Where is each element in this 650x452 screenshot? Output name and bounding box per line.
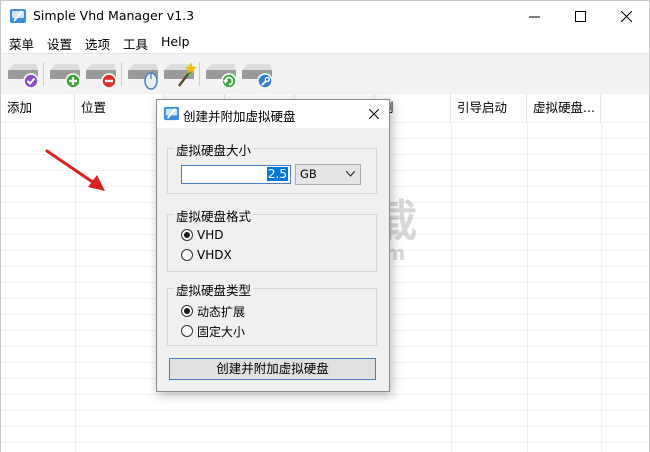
- size-groupbox: 虚拟硬盘大小 2.5 GB: [167, 140, 377, 194]
- title-bar: Simple Vhd Manager v1.3: [1, 1, 649, 31]
- row-gridline: [1, 442, 649, 443]
- dialog-close-button[interactable]: [359, 100, 389, 128]
- disk-refresh-icon[interactable]: [203, 58, 239, 90]
- column-location[interactable]: 位置: [75, 94, 165, 122]
- app-disk-icon: [163, 106, 180, 121]
- column-gridline: [527, 122, 528, 452]
- type-groupbox: 虚拟硬盘类型 动态扩展 固定大小: [167, 280, 377, 346]
- type-group-label: 虚拟硬盘类型: [174, 280, 254, 299]
- row-gridline: [1, 394, 649, 395]
- window-title: Simple Vhd Manager v1.3: [33, 8, 195, 23]
- fixed-radio[interactable]: [181, 325, 193, 337]
- toolbar-separator: [121, 62, 122, 86]
- size-value: 2.5: [266, 167, 288, 181]
- close-button[interactable]: [603, 1, 649, 31]
- unit-value: GB: [300, 167, 317, 181]
- format-group-label: 虚拟硬盘格式: [174, 206, 254, 225]
- column-add[interactable]: 添加: [1, 94, 75, 122]
- disk-remove-icon[interactable]: [83, 58, 119, 90]
- format-groupbox: 虚拟硬盘格式 VHD VHDX: [167, 206, 377, 272]
- menu-settings[interactable]: 设置: [47, 34, 72, 53]
- disk-magic-icon[interactable]: [161, 58, 197, 90]
- dynamic-radio-option[interactable]: 动态扩展: [181, 303, 245, 319]
- disk-settings-icon[interactable]: [239, 58, 275, 90]
- unit-select[interactable]: GB: [295, 164, 361, 185]
- vhdx-radio-label: VHDX: [197, 248, 232, 262]
- disk-mouse-icon[interactable]: [125, 58, 161, 90]
- red-arrow-icon: [45, 149, 105, 191]
- column-gridline: [601, 122, 602, 452]
- vhd-radio-option[interactable]: VHD: [181, 227, 223, 243]
- vhdx-radio[interactable]: [181, 249, 193, 261]
- dialog-title-bar: 创建并附加虚拟硬盘: [157, 100, 389, 128]
- maximize-button[interactable]: [557, 1, 603, 31]
- menu-help[interactable]: Help: [161, 34, 190, 49]
- vhd-radio[interactable]: [181, 229, 193, 241]
- close-icon: [620, 10, 632, 22]
- row-gridline: [1, 410, 649, 411]
- fixed-radio-label: 固定大小: [197, 324, 246, 339]
- app-disk-icon: [10, 9, 26, 23]
- maximize-icon: [574, 10, 586, 22]
- menu-bar: 菜单 设置 选项 工具 Help: [1, 31, 649, 53]
- column-boot[interactable]: 引导启动: [451, 94, 527, 122]
- minimize-button[interactable]: [511, 1, 557, 31]
- menu-options[interactable]: 选项: [85, 34, 110, 53]
- toolbar: [1, 53, 649, 95]
- column-vhd[interactable]: 虚拟硬盘...: [527, 94, 601, 122]
- minimize-icon: [528, 16, 540, 17]
- create-attach-button[interactable]: 创建并附加虚拟硬盘: [169, 358, 376, 380]
- close-icon: [369, 109, 379, 119]
- dynamic-radio[interactable]: [181, 305, 193, 317]
- toolbar-separator: [199, 62, 200, 86]
- main-window: Simple Vhd Manager v1.3 菜单 设置 选项 工具 Help: [0, 0, 650, 452]
- menu-caidan[interactable]: 菜单: [9, 34, 34, 53]
- vhd-radio-label: VHD: [197, 228, 224, 242]
- toolbar-separator: [43, 62, 44, 86]
- size-input[interactable]: 2.5: [181, 165, 291, 184]
- chevron-down-icon: [346, 171, 355, 177]
- vhdx-radio-option[interactable]: VHDX: [181, 247, 232, 263]
- disk-add-icon[interactable]: [47, 58, 83, 90]
- column-gridline: [451, 122, 452, 452]
- row-gridline: [1, 426, 649, 427]
- menu-tools[interactable]: 工具: [123, 34, 148, 53]
- dialog-title: 创建并附加虚拟硬盘: [183, 109, 296, 124]
- create-vhd-dialog: 创建并附加虚拟硬盘 虚拟硬盘大小 2.5 GB 虚拟硬盘格式 VHD VHDX …: [156, 99, 390, 392]
- dynamic-radio-label: 动态扩展: [197, 304, 246, 319]
- disk-check-icon[interactable]: [5, 58, 41, 90]
- size-group-label: 虚拟硬盘大小: [174, 140, 254, 159]
- fixed-radio-option[interactable]: 固定大小: [181, 323, 245, 339]
